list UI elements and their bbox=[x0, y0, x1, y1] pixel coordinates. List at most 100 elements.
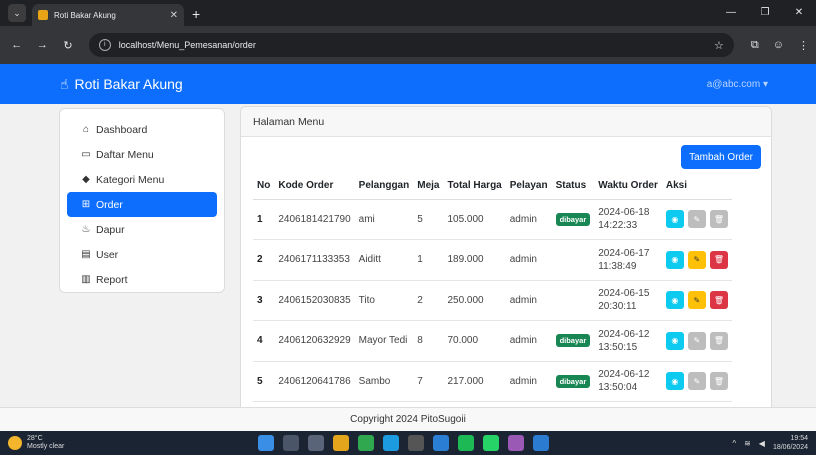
sidebar-item-user[interactable]: ▤ User bbox=[67, 242, 217, 267]
orders-table: No Kode Order Pelanggan Meja Total Harga… bbox=[253, 173, 732, 407]
profile-icon[interactable]: ☺ bbox=[773, 39, 784, 51]
reload-icon[interactable]: ↻ bbox=[59, 39, 77, 52]
file-explorer-icon[interactable] bbox=[333, 435, 349, 451]
table-header-row: No Kode Order Pelanggan Meja Total Harga… bbox=[253, 173, 732, 200]
edit-order-pencil-icon[interactable]: ✎ bbox=[687, 291, 706, 310]
weather-widget[interactable]: 28°C Mostly clear bbox=[8, 435, 64, 451]
site-info-icon[interactable]: i bbox=[98, 39, 111, 51]
edit-order-pencil-icon[interactable]: ✎ bbox=[687, 331, 706, 350]
sidebar-item-daftar-menu[interactable]: ▭ Daftar Menu bbox=[67, 142, 217, 167]
restore-icon[interactable]: ❐ bbox=[748, 0, 782, 26]
table-row: 4 2406120632929 Mayor Tedi 8 70.000 admin diba… bbox=[253, 320, 732, 362]
toolbar-icons: ⧉ ☺ ⋮ bbox=[744, 39, 816, 52]
clock[interactable]: 19:54 18/06/2024 bbox=[773, 434, 808, 452]
edit-order-pencil-icon[interactable]: ✎ bbox=[687, 210, 706, 229]
app-icon[interactable] bbox=[408, 435, 424, 451]
order-time: 13:50:15 bbox=[598, 341, 638, 353]
view-order-eye-icon[interactable]: ◉ bbox=[665, 291, 684, 310]
table-number: 2 bbox=[413, 280, 444, 321]
search-icon[interactable] bbox=[283, 435, 299, 451]
status-cell: dibayar bbox=[551, 361, 595, 402]
spotify-icon[interactable] bbox=[458, 435, 474, 451]
waiter-name: admin bbox=[505, 239, 552, 281]
browser-tab[interactable]: Roti Bakar Akung ✕ bbox=[32, 4, 184, 26]
order-time: 20:30:11 bbox=[598, 301, 637, 313]
total-price: 70.000 bbox=[443, 320, 506, 362]
wifi-icon[interactable]: ≋ bbox=[744, 439, 751, 448]
window-controls: — ❐ ✕ bbox=[714, 0, 816, 26]
status-cell bbox=[551, 280, 595, 321]
view-order-eye-icon[interactable]: ◉ bbox=[665, 210, 684, 229]
delete-order-trash-icon[interactable]: 🗑 bbox=[709, 210, 728, 229]
order-time-cell: 2024-06-17 11:38:49 bbox=[594, 239, 662, 281]
tab-search-button[interactable]: ⌄ bbox=[8, 4, 26, 22]
view-order-eye-icon[interactable]: ◉ bbox=[665, 372, 684, 391]
new-tab-button[interactable]: + bbox=[192, 6, 200, 22]
view-order-eye-icon[interactable]: ◉ bbox=[665, 331, 684, 350]
column-header: Total Harga bbox=[443, 173, 506, 200]
actions-cell: ◉✎🗑 bbox=[661, 239, 732, 281]
table-row: 3 2406152030835 Tito 2 250.000 admin 2024-06-1… bbox=[253, 280, 732, 321]
column-header: Meja bbox=[413, 173, 444, 200]
status-badge: dibayar bbox=[555, 212, 591, 226]
order-date: 2024-06-18 bbox=[598, 207, 650, 219]
chevron-up-icon[interactable]: ^ bbox=[732, 439, 736, 448]
waiter-name: admin bbox=[505, 361, 552, 402]
actions-cell: ◉✎🗑 bbox=[661, 361, 732, 402]
delete-order-trash-icon[interactable]: 🗑 bbox=[709, 372, 728, 391]
url-text: localhost/Menu_Pemesanan/order bbox=[118, 40, 256, 50]
delete-order-trash-icon[interactable]: 🗑 bbox=[709, 291, 728, 310]
sidebar-item-kategori-menu[interactable]: ◆ Kategori Menu bbox=[67, 167, 217, 192]
windows-start-icon[interactable] bbox=[258, 435, 274, 451]
store-icon[interactable] bbox=[433, 435, 449, 451]
volume-icon[interactable]: ◀ bbox=[759, 439, 765, 448]
forward-icon[interactable]: → bbox=[34, 39, 52, 51]
add-order-button[interactable]: Tambah Order bbox=[681, 145, 761, 169]
order-time-cell: 2024-06-18 14:22:33 bbox=[594, 199, 662, 240]
delete-order-trash-icon[interactable]: 🗑 bbox=[709, 250, 728, 269]
favicon-icon bbox=[38, 10, 48, 20]
app-navbar: ☝ Roti Bakar Akung a@abc.com ▾ bbox=[0, 64, 816, 104]
app-icon[interactable] bbox=[508, 435, 524, 451]
orders-card: Halaman Menu Tambah Order No Kode Order … bbox=[240, 106, 772, 407]
order-date: 2024-06-15 bbox=[598, 288, 650, 300]
bookmark-star-icon[interactable]: ☆ bbox=[714, 39, 724, 52]
order-code: 2406181421790 bbox=[274, 199, 355, 240]
url-input[interactable]: i localhost/Menu_Pemesanan/order ☆ bbox=[88, 33, 734, 57]
menu-icon[interactable]: ⋮ bbox=[798, 39, 809, 52]
edit-order-pencil-icon[interactable]: ✎ bbox=[687, 372, 706, 391]
brand[interactable]: ☝ Roti Bakar Akung bbox=[60, 76, 183, 93]
edit-order-pencil-icon[interactable]: ✎ bbox=[687, 250, 706, 269]
whatsapp-icon[interactable] bbox=[483, 435, 499, 451]
user-menu-dropdown[interactable]: a@abc.com ▾ bbox=[707, 79, 768, 90]
brand-title: Roti Bakar Akung bbox=[74, 76, 183, 92]
sidebar-item-report[interactable]: ▥ Report bbox=[67, 267, 217, 292]
view-order-eye-icon[interactable]: ◉ bbox=[665, 250, 684, 269]
bar-chart-icon: ▥ bbox=[81, 274, 91, 285]
close-window-icon[interactable]: ✕ bbox=[782, 0, 816, 26]
chrome-icon[interactable] bbox=[358, 435, 374, 451]
sidebar-item-order[interactable]: ⊞ Order bbox=[67, 192, 217, 217]
page-footer: Copyright 2024 PitoSugoii bbox=[0, 407, 816, 431]
cart-icon: ⊞ bbox=[81, 199, 91, 210]
order-code: 2406120632929 bbox=[274, 320, 355, 362]
back-icon[interactable]: ← bbox=[8, 39, 26, 51]
close-tab-icon[interactable]: ✕ bbox=[170, 10, 178, 21]
actions-cell: ◉✎🗑 bbox=[661, 199, 732, 240]
sidebar-item-label: Dapur bbox=[96, 223, 125, 236]
sidebar-item-dashboard[interactable]: ⌂ Dashboard bbox=[67, 117, 217, 142]
column-header: No bbox=[253, 173, 275, 200]
extensions-icon[interactable]: ⧉ bbox=[751, 39, 759, 52]
vscode-icon[interactable] bbox=[533, 435, 549, 451]
total-price: 217.000 bbox=[443, 361, 506, 402]
order-code: 2406120641786 bbox=[274, 361, 355, 402]
sidebar-item-dapur[interactable]: ♨ Dapur bbox=[67, 217, 217, 242]
task-view-icon[interactable] bbox=[308, 435, 324, 451]
waiter-name: admin bbox=[505, 199, 552, 240]
clock-time: 19:54 bbox=[790, 435, 808, 442]
minimize-icon[interactable]: — bbox=[714, 0, 748, 26]
column-header: Pelanggan bbox=[354, 173, 414, 200]
delete-order-trash-icon[interactable]: 🗑 bbox=[709, 331, 728, 350]
user-card-icon: ▤ bbox=[81, 249, 91, 260]
edge-icon[interactable] bbox=[383, 435, 399, 451]
